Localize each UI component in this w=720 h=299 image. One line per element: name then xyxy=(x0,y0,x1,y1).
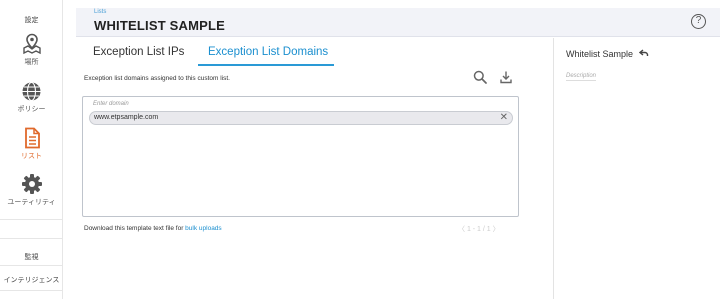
list-name: Whitelist Sample xyxy=(566,49,634,59)
nav-divider xyxy=(0,219,63,220)
undo-arrow-icon[interactable] xyxy=(639,48,649,58)
download-icon[interactable] xyxy=(499,70,513,84)
gear-icon xyxy=(21,174,42,194)
nav-item-policy[interactable]: ポリシー xyxy=(0,81,63,114)
search-icon[interactable] xyxy=(473,70,487,84)
nav-item-utilities[interactable]: ユーティリティ xyxy=(0,173,63,207)
nav-divider xyxy=(0,238,63,239)
nav-item-locations[interactable]: 場所 xyxy=(0,33,63,67)
domain-entry-box[interactable]: Enter domain www.etpsample.com ✕ xyxy=(82,96,519,217)
page-title: WHITELIST SAMPLE xyxy=(94,18,226,33)
nav-label-lists: リスト xyxy=(21,153,42,160)
nav-item-lists[interactable]: リスト xyxy=(0,127,63,161)
details-panel: Whitelist Sample Description xyxy=(553,38,720,299)
nav-divider xyxy=(0,265,63,266)
domain-chip: www.etpsample.com ✕ xyxy=(89,111,513,125)
domain-chip-text: www.etpsample.com xyxy=(94,114,159,121)
location-map-icon xyxy=(22,33,41,55)
nav-label-policy: ポリシー xyxy=(17,106,46,113)
template-download-text: Download this template text file for bul… xyxy=(84,225,222,232)
nav-item-intelligence[interactable]: インテリジェンス xyxy=(0,275,63,285)
tab-exception-list-domains[interactable]: Exception List Domains xyxy=(198,46,334,66)
globe-icon xyxy=(22,81,41,102)
left-nav: 設定 場所 ポリシー リスト ユーティリティ 監視 インテリジェンス xyxy=(0,0,63,299)
nav-item-monitor[interactable]: 監視 xyxy=(0,252,63,262)
main-content: Exception List IPs Exception List Domain… xyxy=(76,38,553,299)
nav-settings-label: 設定 xyxy=(24,17,39,24)
remove-domain-icon[interactable]: ✕ xyxy=(500,112,508,124)
nav-label-locations: 場所 xyxy=(24,59,39,66)
description-field[interactable]: Description xyxy=(566,73,597,81)
nav-label-utilities: ユーティリティ xyxy=(7,199,56,206)
template-text: Download this template text file for xyxy=(84,225,186,232)
tab-description: Exception list domains assigned to this … xyxy=(84,75,230,82)
tab-exception-list-ips[interactable]: Exception List IPs xyxy=(93,46,184,66)
nav-divider xyxy=(0,290,63,291)
breadcrumb[interactable]: Lists xyxy=(94,9,106,15)
domain-input-placeholder[interactable]: Enter domain xyxy=(93,101,129,107)
bulk-uploads-link[interactable]: bulk uploads xyxy=(185,225,222,232)
page-header: Lists WHITELIST SAMPLE ? xyxy=(76,8,720,37)
document-list-icon xyxy=(24,127,40,149)
pagination[interactable]: 〈 1 - 1 / 1 〉 xyxy=(458,224,500,234)
help-circle-icon[interactable]: ? xyxy=(691,14,706,29)
